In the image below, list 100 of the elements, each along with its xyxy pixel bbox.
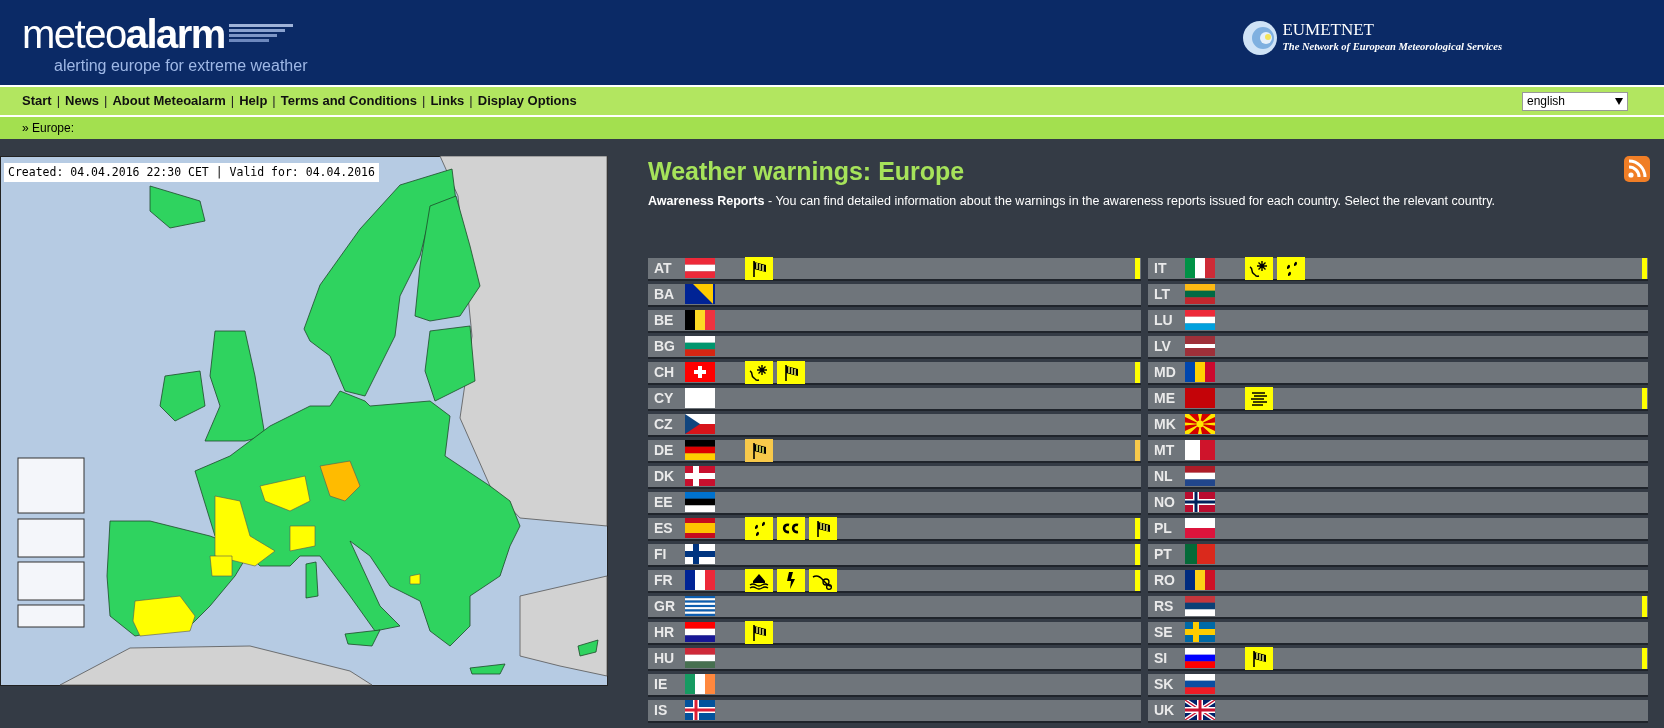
country-row[interactable]: CH: [648, 361, 1141, 385]
site-logo[interactable]: meteoalarm: [22, 16, 225, 52]
breadcrumb[interactable]: » Europe:: [22, 119, 75, 137]
flag-icon: [685, 596, 715, 617]
country-row[interactable]: ES: [648, 517, 1141, 541]
nav-link[interactable]: Start: [22, 91, 52, 111]
country-row[interactable]: IE: [648, 673, 1141, 697]
nav-separator: |: [229, 92, 236, 111]
nav-separator: |: [271, 92, 277, 111]
country-row[interactable]: RS: [1148, 595, 1648, 619]
flag-icon: [1185, 310, 1215, 331]
country-row[interactable]: CZ: [648, 413, 1141, 437]
rss-icon[interactable]: [1624, 156, 1650, 182]
country-row[interactable]: PT: [1148, 543, 1648, 567]
flag-icon: [685, 648, 715, 669]
country-row[interactable]: DE: [648, 439, 1141, 463]
country-code: PT: [1153, 544, 1173, 564]
country-row[interactable]: IS: [648, 699, 1141, 723]
country-row[interactable]: BE: [648, 309, 1141, 333]
country-code: CZ: [653, 414, 674, 434]
country-code: CY: [653, 388, 675, 408]
country-row[interactable]: SE: [1148, 621, 1648, 645]
country-row[interactable]: AT: [648, 257, 1141, 281]
flag-icon: [685, 440, 715, 461]
country-code: UK: [1153, 700, 1176, 720]
country-code: MK: [1153, 414, 1177, 434]
country-code: LT: [1153, 284, 1172, 304]
country-row[interactable]: NL: [1148, 465, 1648, 489]
country-code: EE: [653, 492, 674, 512]
country-row[interactable]: MT: [1148, 439, 1648, 463]
country-code: LU: [1153, 310, 1174, 330]
country-row[interactable]: DK: [648, 465, 1141, 489]
country-code: SE: [1153, 622, 1174, 642]
country-code: DK: [653, 466, 676, 486]
country-row[interactable]: GR: [648, 595, 1141, 619]
nav-link[interactable]: Help: [239, 91, 268, 111]
country-row[interactable]: FI: [648, 543, 1141, 567]
country-code: BE: [653, 310, 675, 330]
flag-icon: [1185, 440, 1215, 461]
flag-icon: [1185, 622, 1215, 643]
flag-icon: [1185, 362, 1215, 383]
country-row[interactable]: SK: [1148, 673, 1648, 697]
country-row[interactable]: LU: [1148, 309, 1648, 333]
partner-name: EUMETNET: [1282, 21, 1375, 40]
flag-icon: [685, 362, 715, 383]
country-row[interactable]: EE: [648, 491, 1141, 515]
site-tagline: alerting europe for extreme weather: [54, 56, 308, 76]
country-code: NO: [1153, 492, 1176, 512]
flag-icon: [1185, 648, 1215, 669]
country-row[interactable]: RO: [1148, 569, 1648, 593]
country-row[interactable]: ME: [1148, 387, 1648, 411]
country-code: MD: [1153, 362, 1177, 382]
country-row[interactable]: HR: [648, 621, 1141, 645]
nav-link[interactable]: News: [65, 91, 99, 111]
country-row[interactable]: NO: [1148, 491, 1648, 515]
country-code: IS: [653, 700, 669, 720]
flag-icon: [1185, 544, 1215, 565]
flag-icon: [685, 544, 715, 565]
page-title: Weather warnings: Europe: [648, 156, 965, 186]
country-row[interactable]: HU: [648, 647, 1141, 671]
country-code: RS: [1153, 596, 1175, 616]
country-code: GR: [653, 596, 676, 616]
flag-icon: [685, 414, 715, 435]
partner-tagline: The Network of European Meteorological Services: [1282, 40, 1502, 55]
country-row[interactable]: FR: [648, 569, 1141, 593]
flag-icon: [685, 622, 715, 643]
country-row[interactable]: UK: [1148, 699, 1648, 723]
country-code: SK: [1153, 674, 1175, 694]
language-select[interactable]: english: [1522, 91, 1628, 111]
country-row[interactable]: MD: [1148, 361, 1648, 385]
flag-icon: [685, 674, 715, 695]
country-code: LV: [1153, 336, 1172, 356]
flag-icon: [685, 518, 715, 539]
country-row[interactable]: MK: [1148, 413, 1648, 437]
country-code: FI: [653, 544, 668, 564]
speed-lines-icon: [228, 23, 293, 45]
country-code: NL: [1153, 466, 1174, 486]
country-row[interactable]: CY: [648, 387, 1141, 411]
nav-link[interactable]: Links: [430, 91, 465, 111]
country-row[interactable]: LT: [1148, 283, 1648, 307]
country-row[interactable]: BG: [648, 335, 1141, 359]
country-row[interactable]: PL: [1148, 517, 1648, 541]
country-row[interactable]: IT: [1148, 257, 1648, 281]
country-row[interactable]: SI: [1148, 647, 1648, 671]
country-code: CH: [653, 362, 676, 382]
flag-icon: [1185, 466, 1215, 487]
nav-link[interactable]: Terms and Conditions: [280, 91, 417, 111]
nav-link[interactable]: About Meteoalarm: [112, 91, 226, 111]
country-row[interactable]: BA: [648, 283, 1141, 307]
intro-text: Awareness Reports - You can find detailed information about the warnings in the awareness reports issued for each country. Select the relevant country.: [648, 193, 1497, 210]
country-row[interactable]: LV: [1148, 335, 1648, 359]
country-code: ES: [653, 518, 674, 538]
flag-icon: [1185, 388, 1215, 409]
country-code: ME: [1153, 388, 1176, 408]
flag-icon: [685, 310, 715, 331]
flag-icon: [1185, 336, 1215, 357]
country-code: IE: [653, 674, 669, 694]
nav-link[interactable]: Display Options: [477, 91, 577, 111]
flag-icon: [685, 336, 715, 357]
flag-icon: [685, 492, 715, 513]
